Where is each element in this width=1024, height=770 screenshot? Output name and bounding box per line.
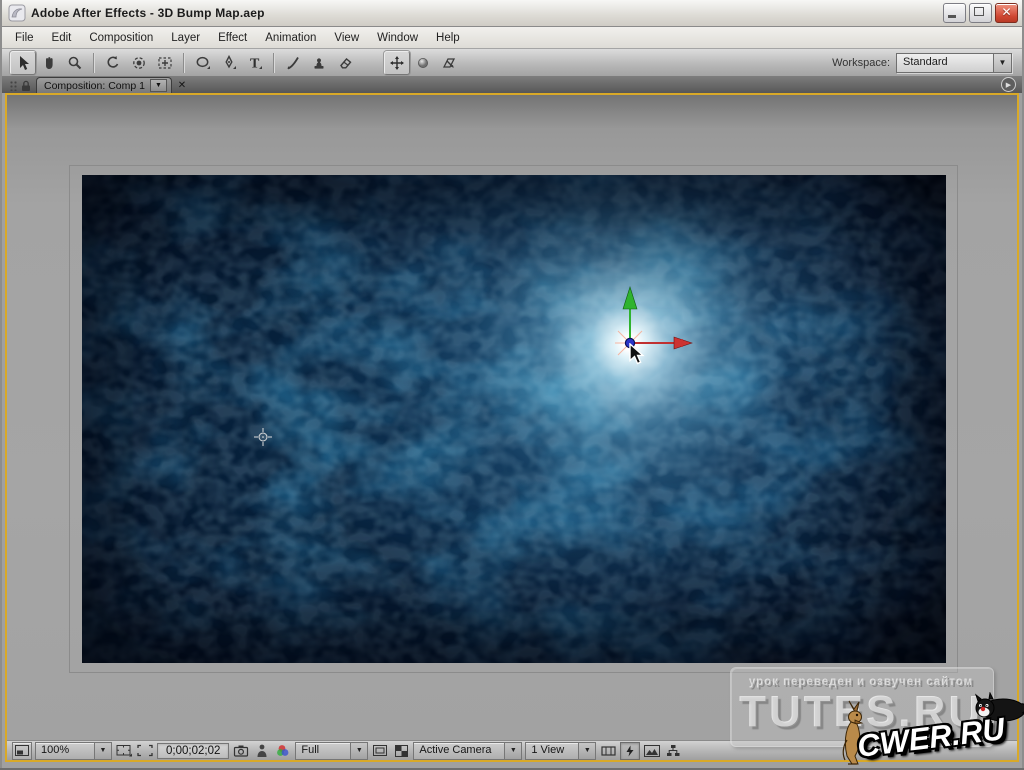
close-button[interactable] bbox=[995, 3, 1018, 23]
resolution-value: Full bbox=[296, 743, 350, 759]
region-of-interest-icon[interactable] bbox=[136, 743, 154, 759]
view-layout-dropdown[interactable]: 1 View ▼ bbox=[525, 742, 596, 760]
magnification-value: 100% bbox=[36, 743, 94, 759]
workspace-value: Standard bbox=[897, 54, 993, 72]
transparency-grid-icon[interactable] bbox=[392, 743, 410, 759]
tab-close-icon[interactable]: ✕ bbox=[175, 78, 189, 92]
workspace-label: Workspace: bbox=[832, 57, 890, 69]
fast-previews-icon[interactable] bbox=[620, 742, 640, 760]
camera-view-dropdown[interactable]: Active Camera ▼ bbox=[413, 742, 522, 760]
local-axis-mode-icon[interactable] bbox=[384, 51, 410, 75]
toolbar-separator bbox=[93, 53, 95, 73]
show-channel-icon[interactable] bbox=[274, 743, 292, 759]
pen-tool-icon[interactable] bbox=[216, 51, 242, 75]
tab-composition-comp1[interactable]: Composition: Comp 1 ▼ bbox=[36, 77, 172, 93]
magnification-dropdown[interactable]: 100% ▼ bbox=[35, 742, 112, 760]
brush-tool-icon[interactable] bbox=[280, 51, 306, 75]
watermark-caption: урок переведен и озвучен сайтом bbox=[750, 677, 974, 689]
camera-view-value: Active Camera bbox=[414, 743, 504, 759]
photo-render-icon[interactable] bbox=[643, 743, 661, 759]
menu-file[interactable]: File bbox=[6, 30, 43, 46]
chevron-down-icon[interactable]: ▼ bbox=[578, 743, 595, 759]
selection-tool-icon[interactable] bbox=[10, 51, 36, 75]
chevron-down-icon[interactable]: ▼ bbox=[350, 743, 367, 759]
composition-viewport[interactable] bbox=[82, 175, 946, 663]
app-icon bbox=[8, 4, 26, 22]
toolbar-separator bbox=[273, 53, 275, 73]
view-layout-value: 1 View bbox=[526, 743, 578, 759]
unified-camera-tool-icon[interactable] bbox=[126, 51, 152, 75]
eraser-tool-icon[interactable] bbox=[332, 51, 358, 75]
menu-window[interactable]: Window bbox=[368, 30, 427, 46]
title-bar[interactable]: Adobe After Effects - 3D Bump Map.aep bbox=[2, 0, 1022, 27]
panel-menu-icon[interactable]: ▶ bbox=[1001, 77, 1016, 92]
clone-stamp-tool-icon[interactable] bbox=[306, 51, 332, 75]
menu-edit[interactable]: Edit bbox=[43, 30, 81, 46]
menu-view[interactable]: View bbox=[325, 30, 368, 46]
view-axis-mode-icon[interactable] bbox=[436, 51, 462, 75]
chevron-down-icon[interactable]: ▼ bbox=[94, 743, 111, 759]
pan-behind-tool-icon[interactable] bbox=[152, 51, 178, 75]
rotate-tool-icon[interactable] bbox=[100, 51, 126, 75]
chevron-down-icon[interactable]: ▼ bbox=[504, 743, 521, 759]
zoom-tool-icon[interactable] bbox=[62, 51, 88, 75]
app-window: Adobe After Effects - 3D Bump Map.aep Fi… bbox=[0, 0, 1024, 768]
viewer-lock-dropdown-icon[interactable]: ▼ bbox=[150, 79, 167, 92]
composition-panel: урок переведен и озвучен сайтом TUTES.RU… bbox=[5, 93, 1019, 762]
vignette bbox=[82, 175, 946, 663]
cwer-badge: CWER.RU bbox=[835, 694, 1024, 768]
world-axis-mode-icon[interactable] bbox=[410, 51, 436, 75]
minimize-button[interactable] bbox=[943, 3, 966, 23]
window-title: Adobe After Effects - 3D Bump Map.aep bbox=[31, 6, 265, 20]
menu-composition[interactable]: Composition bbox=[80, 30, 162, 46]
menu-animation[interactable]: Animation bbox=[256, 30, 325, 46]
snapshot-icon[interactable] bbox=[232, 743, 250, 759]
menu-layer[interactable]: Layer bbox=[162, 30, 209, 46]
workspace-dropdown[interactable]: Standard ▼ bbox=[896, 53, 1012, 73]
menu-effect[interactable]: Effect bbox=[209, 30, 256, 46]
mouse-cursor bbox=[629, 343, 651, 367]
show-snapshot-icon[interactable] bbox=[253, 743, 271, 759]
chevron-down-icon[interactable]: ▼ bbox=[993, 54, 1011, 72]
current-time-field[interactable]: 0;00;02;02 bbox=[157, 743, 229, 759]
flowchart-icon[interactable] bbox=[664, 743, 682, 759]
tool-bar: T Workspace: Standard ▼ bbox=[2, 49, 1022, 77]
always-preview-icon[interactable] bbox=[12, 742, 32, 760]
region-of-interest-2-icon[interactable] bbox=[371, 743, 389, 759]
menu-help[interactable]: Help bbox=[427, 30, 469, 46]
panel-grip[interactable] bbox=[10, 81, 18, 91]
menu-bar: File Edit Composition Layer Effect Anima… bbox=[2, 27, 1022, 49]
svg-text:T: T bbox=[250, 56, 260, 71]
workspace-control: Workspace: Standard ▼ bbox=[832, 53, 1012, 73]
type-tool-icon[interactable]: T bbox=[242, 51, 268, 75]
pixel-aspect-correction-icon[interactable] bbox=[599, 743, 617, 759]
panel-tab-strip: Composition: Comp 1 ▼ ✕ ▶ bbox=[2, 77, 1022, 93]
resolution-dropdown[interactable]: Full ▼ bbox=[295, 742, 368, 760]
hand-tool-icon[interactable] bbox=[36, 51, 62, 75]
safe-margins-icon[interactable] bbox=[115, 743, 133, 759]
shape-tool-icon[interactable] bbox=[190, 51, 216, 75]
maximize-button[interactable] bbox=[969, 3, 992, 23]
tab-label: Composition: Comp 1 bbox=[44, 80, 145, 92]
toolbar-separator bbox=[183, 53, 185, 73]
lock-icon[interactable] bbox=[21, 80, 31, 92]
